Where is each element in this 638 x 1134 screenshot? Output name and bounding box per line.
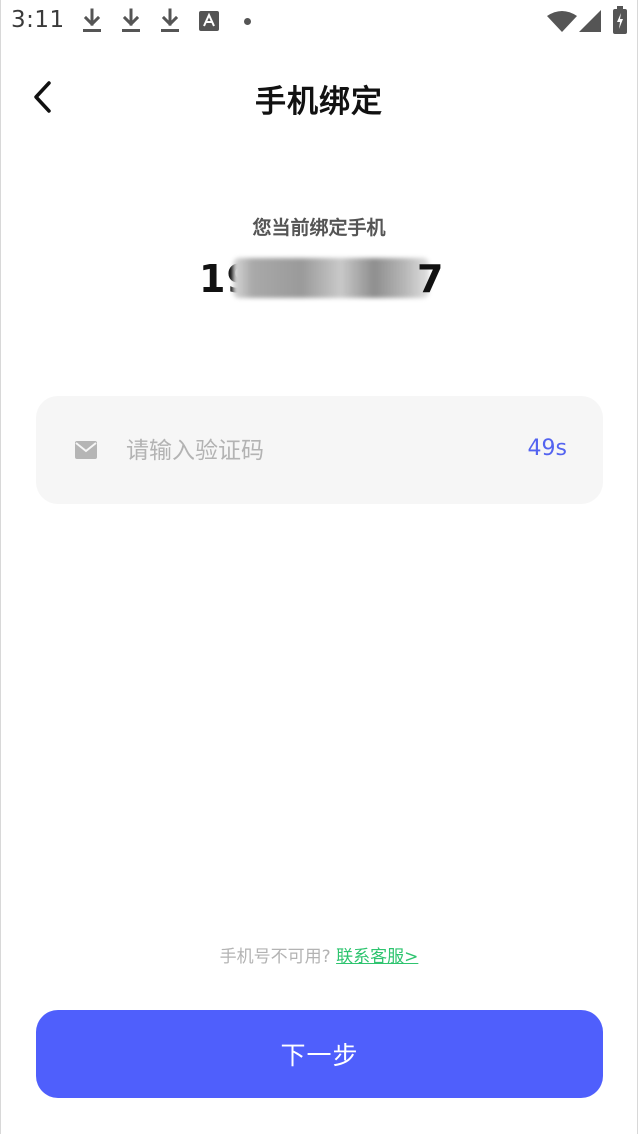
download-icon	[122, 8, 140, 32]
signal-icon	[579, 10, 601, 32]
page-title: 手机绑定	[255, 84, 383, 120]
screen: 3:11 手机绑定 您当前绑定手机 19 7 请输入验证码 49s 手机号不可用…	[0, 0, 638, 1134]
help-line: 手机号不可用? 联系客服>	[1, 942, 637, 967]
phone-number-suffix: 7	[417, 257, 445, 301]
wifi-icon	[547, 11, 577, 32]
phone-number-mask	[233, 258, 429, 298]
dot-icon	[244, 18, 251, 25]
battery-icon	[613, 6, 627, 34]
download-icon	[161, 8, 179, 32]
next-button[interactable]: 下一步	[36, 1010, 603, 1098]
contact-support-link[interactable]: 联系客服>	[336, 947, 418, 967]
phone-number: 19 7	[199, 254, 443, 304]
a-box-icon	[199, 11, 219, 31]
status-time: 3:11	[11, 7, 65, 33]
download-icon	[83, 8, 101, 32]
resend-countdown[interactable]: 49s	[528, 436, 567, 461]
code-input-box: 49s	[36, 396, 603, 504]
mail-icon	[75, 441, 97, 459]
phone-number-row: 19 7	[1, 254, 637, 304]
phone-caption: 您当前绑定手机	[252, 217, 386, 239]
status-bar: 3:11	[1, 0, 638, 44]
help-text: 手机号不可用?	[219, 947, 331, 967]
verification-code-input[interactable]	[124, 426, 488, 476]
